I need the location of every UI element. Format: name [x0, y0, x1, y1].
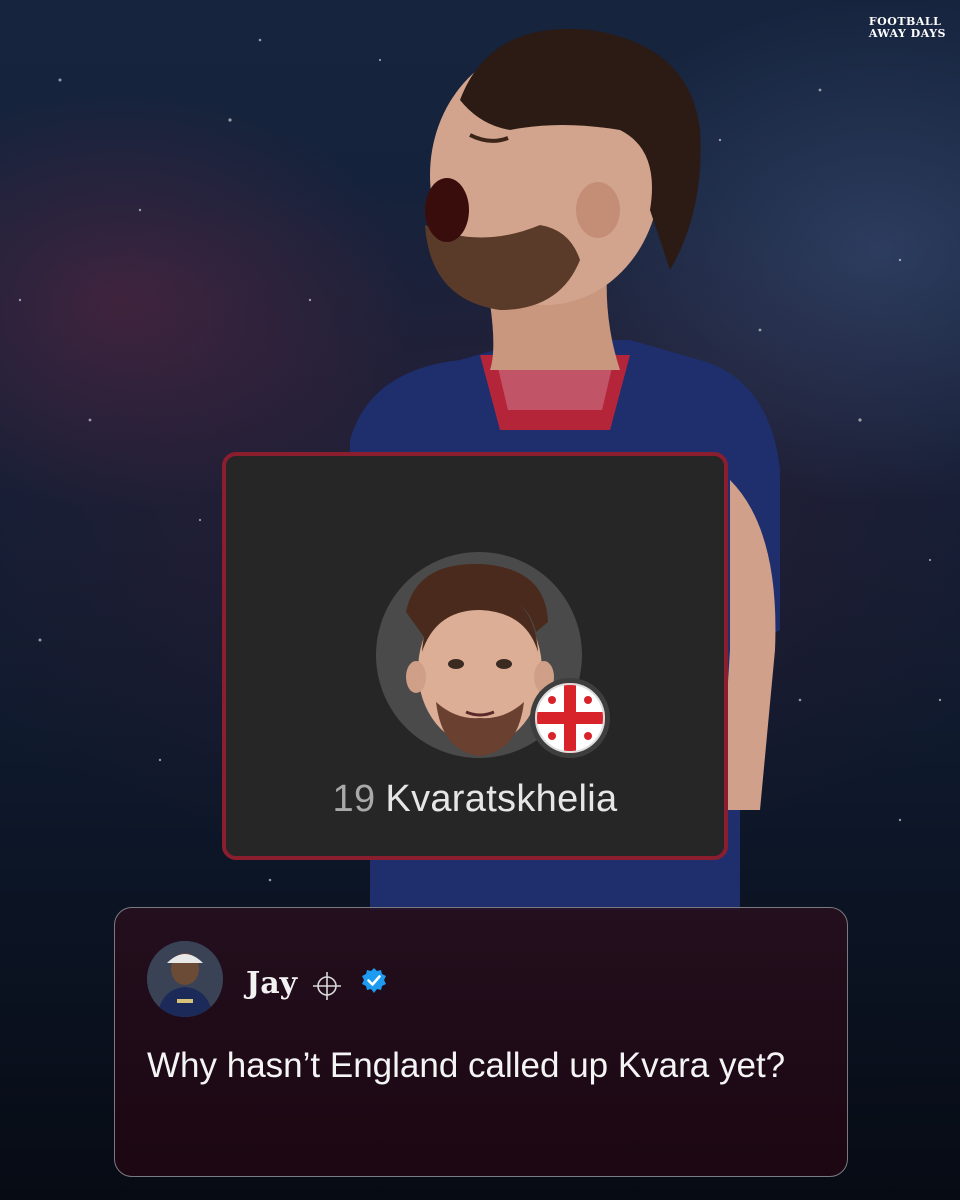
tweet-text: Why hasn’t England called up Kvara yet?: [147, 1046, 786, 1085]
verified-badge-icon: [362, 968, 386, 993]
player-name: Kvaratskhelia: [385, 778, 618, 820]
player-card: 19 Kvaratskhelia: [222, 452, 728, 860]
tweet-card: Jay Why hasn’t England called up Kvara y…: [114, 907, 848, 1177]
player-number: 19: [332, 778, 376, 820]
brand-logo: FOOTBALL AWAY DAYS: [869, 16, 946, 40]
england-flag-icon: [530, 678, 610, 758]
player-label: 19 Kvaratskhelia: [226, 778, 724, 821]
crosshair-icon: [313, 972, 341, 1000]
brand-line-2: AWAY DAYS: [868, 27, 946, 40]
tweet-author-name[interactable]: Jay: [246, 966, 297, 1001]
avatar[interactable]: [147, 941, 223, 1017]
